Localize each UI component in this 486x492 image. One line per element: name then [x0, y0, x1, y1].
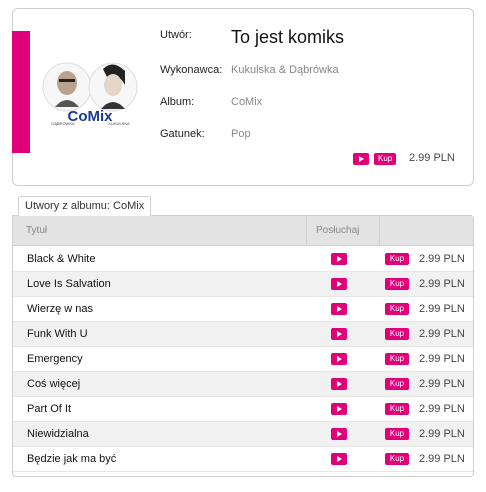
buy-button[interactable]: Kup — [385, 428, 409, 440]
cover-right-caption: KUKULSKA — [108, 121, 130, 126]
buy-button[interactable]: Kup — [385, 278, 409, 290]
header-divider — [379, 216, 380, 246]
track-name[interactable]: Niewidzialna — [27, 428, 89, 440]
album-label: Album: — [160, 96, 195, 108]
buy-button[interactable]: Kup — [385, 253, 409, 265]
artist-label: Wykonawca: — [160, 64, 223, 76]
play-icon[interactable] — [353, 153, 369, 165]
buy-button[interactable]: Kup — [374, 153, 397, 165]
buy-button[interactable]: Kup — [385, 303, 409, 315]
track-name[interactable]: Love Is Salvation — [27, 278, 111, 290]
track-name[interactable]: Funk With U — [27, 328, 88, 340]
track-price: 2.99 PLN — [419, 278, 465, 290]
table-row: Black & White Kup 2.99 PLN — [13, 247, 473, 272]
track-price: 2.99 PLN — [419, 303, 465, 315]
play-icon[interactable] — [331, 378, 347, 390]
play-icon[interactable] — [331, 403, 347, 415]
buy-button[interactable]: Kup — [385, 378, 409, 390]
play-icon[interactable] — [331, 303, 347, 315]
buy-button[interactable]: Kup — [385, 403, 409, 415]
track-price: 2.99 PLN — [419, 253, 465, 265]
play-icon[interactable] — [331, 453, 347, 465]
table-row: Będzie jak ma być Kup 2.99 PLN — [13, 447, 473, 472]
tab-album-tracks[interactable]: Utwory z albumu: CoMix — [18, 196, 152, 216]
track-name[interactable]: Part Of It — [27, 403, 71, 415]
play-icon[interactable] — [331, 353, 347, 365]
cover-left-caption: DĄBRÓWKA — [51, 121, 75, 126]
play-icon[interactable] — [331, 278, 347, 290]
product-card: CoMix DĄBRÓWKA KUKULSKA Utwór: To jest k… — [12, 8, 474, 186]
track-price: 2.99 PLN — [419, 353, 465, 365]
header-listen: Posłuchaj — [316, 225, 360, 236]
track-name[interactable]: Wierzę w nas — [27, 303, 93, 315]
header-title: Tytuł — [26, 225, 48, 236]
track-table: Tytuł Posłuchaj Black & White Kup 2.99 PLN… — [12, 215, 474, 477]
track-price: 2.99 PLN — [419, 328, 465, 340]
header-divider — [306, 216, 307, 246]
table-row: Emergency Kup 2.99 PLN — [13, 347, 473, 372]
play-icon[interactable] — [331, 328, 347, 340]
genre-value: Pop — [231, 128, 251, 140]
table-row: Part Of It Kup 2.99 PLN — [13, 397, 473, 422]
buy-button[interactable]: Kup — [385, 353, 409, 365]
track-name[interactable]: Black & White — [27, 253, 95, 265]
genre-label: Gatunek: — [160, 128, 205, 140]
album-cover-art: CoMix DĄBRÓWKA KUKULSKA — [42, 62, 138, 126]
track-price: 2.99 PLN — [419, 453, 465, 465]
table-header: Tytuł Posłuchaj — [13, 216, 473, 246]
table-row: Funk With U Kup 2.99 PLN — [13, 322, 473, 347]
track-name[interactable]: Coś więcej — [27, 378, 80, 390]
artist-value: Kukulska & Dąbrówka — [231, 64, 339, 76]
track-price: 2.99 PLN — [419, 378, 465, 390]
price: 2.99 PLN — [409, 152, 455, 164]
buy-button[interactable]: Kup — [385, 328, 409, 340]
track-label: Utwór: — [160, 29, 192, 41]
play-icon[interactable] — [331, 253, 347, 265]
table-row: Niewidzialna Kup 2.99 PLN — [13, 422, 473, 447]
table-row: Coś więcej Kup 2.99 PLN — [13, 372, 473, 397]
play-icon[interactable] — [331, 428, 347, 440]
track-title: To jest komiks — [231, 27, 345, 47]
table-row: Love Is Salvation Kup 2.99 PLN — [13, 272, 473, 297]
track-price: 2.99 PLN — [419, 428, 465, 440]
track-name[interactable]: Będzie jak ma być — [27, 453, 116, 465]
table-row: Wierzę w nas Kup 2.99 PLN — [13, 297, 473, 322]
track-name[interactable]: Emergency — [27, 353, 83, 365]
accent-bar — [12, 31, 30, 153]
album-value: CoMix — [231, 96, 263, 108]
buy-button[interactable]: Kup — [385, 453, 409, 465]
album-cover: CoMix DĄBRÓWKA KUKULSKA — [41, 51, 139, 139]
track-price: 2.99 PLN — [419, 403, 465, 415]
